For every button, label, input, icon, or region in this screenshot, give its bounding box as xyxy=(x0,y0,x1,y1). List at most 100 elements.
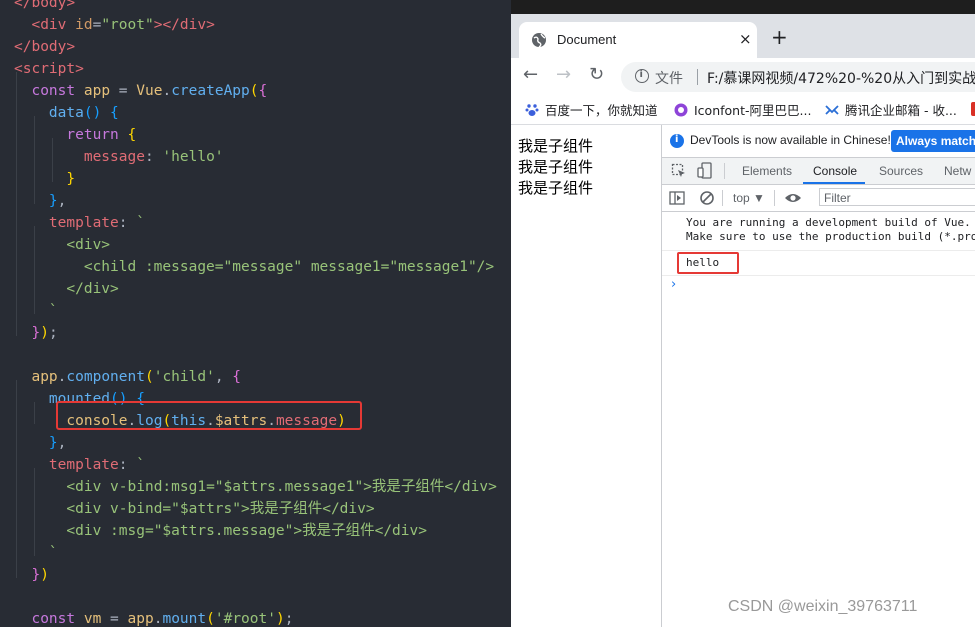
code-token: { xyxy=(110,105,119,121)
infobar-text: DevTools is now available in Chinese! xyxy=(690,133,891,147)
tab-title: Document xyxy=(557,32,617,47)
context-selector[interactable]: top ▼ xyxy=(733,191,765,205)
eye-icon[interactable] xyxy=(784,191,802,205)
code-editor[interactable]: </body> <div id="root"></div> </body> <scr… xyxy=(0,0,511,627)
bookmark-label: Iconfont-阿里巴巴... xyxy=(694,103,812,118)
code-token: return xyxy=(66,127,119,143)
code-token: , xyxy=(57,193,67,209)
code-line: app.component('child', { xyxy=(14,366,241,388)
hello-output-highlight xyxy=(677,252,739,274)
iconfont-icon xyxy=(674,103,688,117)
code-token: vm xyxy=(83,611,102,627)
code-line: return { xyxy=(14,124,136,146)
bookmark-label: 百度一下，你就知道 xyxy=(545,103,658,118)
tab-console[interactable]: Console xyxy=(813,164,857,178)
code-token: message xyxy=(83,149,145,165)
back-arrow-icon[interactable]: ← xyxy=(523,64,538,85)
tab-sources[interactable]: Sources xyxy=(879,164,923,178)
code-token: app xyxy=(83,83,111,99)
code-token: ( xyxy=(249,83,259,99)
code-token: </body> xyxy=(14,0,76,11)
more-bookmarks-icon[interactable] xyxy=(971,102,975,116)
code-line: </body> xyxy=(14,36,75,58)
address-bar[interactable]: 文件 F:/慕课网视频/472%20-%20从入门到实战% xyxy=(621,62,975,92)
code-token: ` xyxy=(136,457,145,473)
toolbar-divider xyxy=(774,190,775,206)
code-token: } xyxy=(66,171,76,187)
console-filter[interactable] xyxy=(819,188,975,206)
tab-elements[interactable]: Elements xyxy=(742,164,792,178)
site-info-icon[interactable] xyxy=(635,69,649,83)
code-token: ` xyxy=(48,545,58,561)
code-token: <div v-bind:msg1="$attrs.message1">我是子组件… xyxy=(66,479,497,495)
code-line: }, xyxy=(14,190,66,212)
device-toolbar-icon[interactable] xyxy=(697,162,713,180)
code-token: id xyxy=(75,17,93,33)
code-token: <div xyxy=(31,17,67,33)
code-token: const xyxy=(31,83,76,99)
bookmark-baidu[interactable]: 百度一下，你就知道 xyxy=(525,100,658,119)
file-scheme-label: 文件 xyxy=(655,71,683,87)
new-tab-button[interactable]: + xyxy=(771,27,788,47)
clear-console-icon[interactable] xyxy=(699,190,715,206)
console-prompt-icon[interactable]: › xyxy=(671,277,676,292)
code-token: ) xyxy=(275,611,285,627)
console-message: You are running a development build of V… xyxy=(662,212,975,251)
code-line: <div :msg="$attrs.message">我是子组件</div> xyxy=(14,520,427,542)
code-line: <child :message="message" message1="mess… xyxy=(14,256,494,278)
code-token: app xyxy=(31,369,58,385)
bookmark-iconfont[interactable]: Iconfont-阿里巴巴... xyxy=(674,100,811,119)
code-token: ; xyxy=(48,325,58,341)
code-token: } xyxy=(31,325,41,341)
code-line: <script> xyxy=(14,58,84,80)
code-token: , xyxy=(214,369,233,385)
code-token: . xyxy=(162,83,172,99)
code-token: ( xyxy=(144,369,154,385)
indent-guide xyxy=(34,402,35,424)
url-text[interactable]: F:/慕课网视频/472%20-%20从入门到实战% xyxy=(707,68,975,88)
active-tab-indicator xyxy=(803,182,865,184)
filter-input[interactable] xyxy=(820,190,975,206)
always-match-button[interactable]: Always match C xyxy=(891,130,975,152)
code-token: <div> xyxy=(66,237,111,253)
indent-guide xyxy=(16,72,17,336)
tab-document[interactable]: Document × xyxy=(519,22,757,58)
indent-guide xyxy=(16,380,17,578)
child-component-text: 我是子组件 xyxy=(518,137,594,155)
reload-icon[interactable]: ↻ xyxy=(589,64,604,85)
code-token: template xyxy=(48,215,119,231)
code-token: component xyxy=(66,369,145,385)
bookmark-tencent-mail[interactable]: 腾讯企业邮箱 - 收... xyxy=(825,100,957,119)
close-tab-icon[interactable]: × xyxy=(739,30,752,48)
code-token: const xyxy=(31,611,76,627)
code-token: </div> xyxy=(66,281,119,297)
forward-arrow-icon[interactable]: → xyxy=(556,64,571,85)
code-line: <div v-bind="$attrs">我是子组件</div> xyxy=(14,498,375,520)
code-token: { xyxy=(127,127,137,143)
code-token: <div v-bind="$attrs">我是子组件</div> xyxy=(66,501,375,517)
code-token: 'hello' xyxy=(162,149,224,165)
code-line: }, xyxy=(14,432,66,454)
devtools-tabs: Elements Console Sources Netw xyxy=(662,158,975,185)
info-icon xyxy=(670,134,684,148)
inspect-element-icon[interactable] xyxy=(671,163,687,179)
sidebar-toggle-icon[interactable] xyxy=(669,190,685,206)
code-token: } xyxy=(48,193,58,209)
toolbar-divider xyxy=(722,190,723,206)
code-token: } xyxy=(48,435,58,451)
code-token: '#root' xyxy=(214,611,276,627)
baidu-paw-icon xyxy=(525,104,539,116)
code-token: : xyxy=(118,457,137,473)
console-message-text: You are running a development build of V… xyxy=(686,216,975,243)
code-token: <div :msg="$attrs.message">我是子组件</div> xyxy=(66,523,427,539)
code-token: = xyxy=(110,83,137,99)
devtools-panel: DevTools is now available in Chinese! Al… xyxy=(661,125,975,627)
url-separator xyxy=(697,69,698,85)
code-token: <child :message="message" message1="mess… xyxy=(83,259,495,275)
tab-network[interactable]: Netw xyxy=(944,164,971,178)
